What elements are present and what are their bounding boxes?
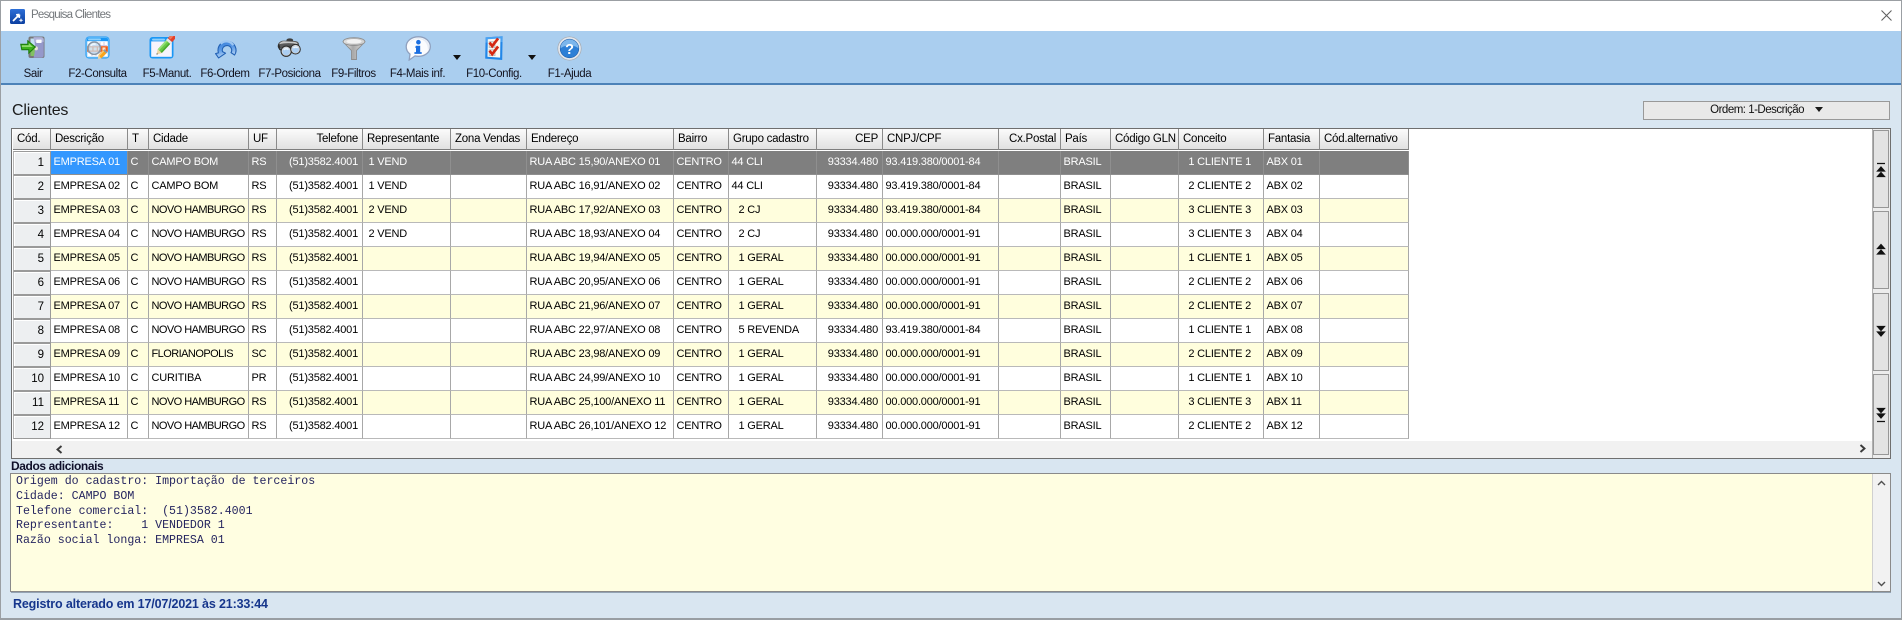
svg-text:?: ? [565, 42, 574, 58]
